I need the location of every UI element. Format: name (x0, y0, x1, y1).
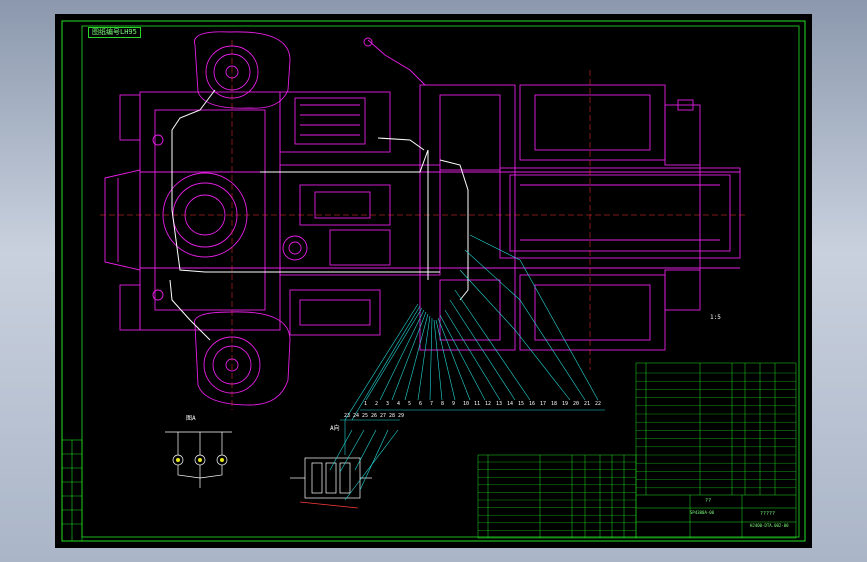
balloon-16: 16 (529, 401, 536, 407)
cad-drawing (61, 20, 806, 542)
balloon-15: 15 (518, 401, 525, 407)
balloon-28: 28 (389, 413, 396, 419)
bom-caption-right: SP4300A-00 (690, 510, 715, 515)
company-name: ????? (760, 511, 776, 517)
balloon-13: 13 (496, 401, 503, 407)
scale-note: 1:5 (710, 314, 721, 321)
balloon-24: 24 (353, 413, 360, 419)
balloon-29: 29 (398, 413, 405, 419)
balloon-10: 10 (463, 401, 470, 407)
balloon-14: 14 (507, 401, 514, 407)
balloon-17: 17 (540, 401, 547, 407)
balloon-1: 1 (364, 401, 368, 407)
machine-body (104, 31, 741, 406)
detail-label-b: A向 (330, 425, 340, 432)
bom-caption-bottom: HJ400-DTA.002-00 (750, 523, 789, 528)
balloon-22: 22 (595, 401, 602, 407)
balloon-7: 7 (430, 401, 434, 407)
balloon-19: 19 (562, 401, 569, 407)
balloon-21: 21 (584, 401, 591, 407)
outer-frame (61, 20, 806, 542)
balloon-9: 9 (452, 401, 456, 407)
balloon-6: 6 (419, 401, 423, 407)
balloon-23: 23 (344, 413, 351, 419)
inner-frame (81, 25, 800, 538)
detail-label-a: 图A (186, 415, 196, 422)
balloon-27: 27 (380, 413, 387, 419)
balloon-18: 18 (551, 401, 558, 407)
balloon-2: 2 (375, 401, 379, 407)
balloon-26: 26 (371, 413, 378, 419)
balloon-12: 12 (485, 401, 492, 407)
balloon-25: 25 (362, 413, 369, 419)
balloon-20: 20 (573, 401, 580, 407)
balloon-11: 11 (474, 401, 481, 407)
detail-view-b (290, 457, 372, 499)
bom-table-bottom (477, 454, 637, 539)
balloon-4: 4 (397, 401, 401, 407)
drawing-number-tag: 图纸编号LH95 (88, 27, 141, 38)
balloon-5: 5 (408, 401, 412, 407)
drawing-title: ?? (705, 498, 712, 504)
balloon-8: 8 (441, 401, 445, 407)
balloon-3: 3 (386, 401, 390, 407)
left-margin-table (61, 439, 83, 542)
